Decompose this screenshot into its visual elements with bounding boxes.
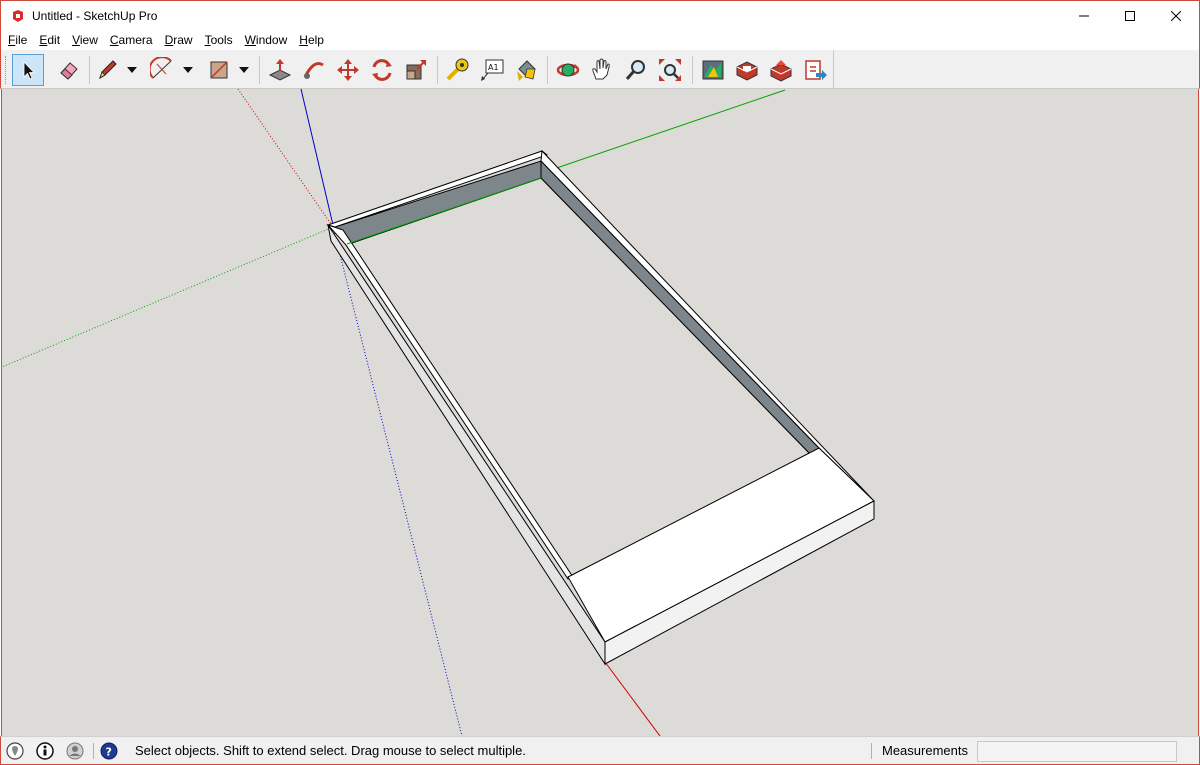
menu-help[interactable]: Help (293, 31, 330, 50)
arc-icon (150, 57, 172, 79)
scale-icon (406, 60, 426, 80)
shape-tool-dropdown[interactable] (237, 54, 251, 86)
move-icon (337, 59, 359, 81)
hand-icon (592, 58, 610, 80)
sketchup-logo-icon (10, 8, 26, 24)
rotate-tool[interactable] (366, 54, 398, 86)
tape-measure-tool[interactable] (442, 54, 474, 86)
minimize-icon (1079, 15, 1089, 17)
line-tool[interactable] (91, 54, 123, 86)
green-axis-hidden (2, 226, 334, 368)
user-icon (66, 742, 84, 760)
select-arrow-icon (23, 61, 35, 80)
scale-tool[interactable] (400, 54, 432, 86)
zoom-extents-icon (659, 59, 681, 81)
maximize-button[interactable] (1107, 1, 1153, 31)
title-bar: Untitled - SketchUp Pro (0, 0, 1200, 31)
warehouse-icon (702, 60, 724, 80)
eraser-tool[interactable] (53, 54, 85, 86)
menu-window[interactable]: Window (239, 31, 294, 50)
menu-view[interactable]: View (66, 31, 104, 50)
zoom-extents-tool[interactable] (654, 54, 686, 86)
orbit-tool[interactable] (552, 54, 584, 86)
red-axis (604, 661, 661, 736)
measurements-input[interactable] (977, 741, 1177, 762)
svg-text:?: ? (106, 746, 112, 759)
magnifier-icon (625, 60, 645, 80)
extension-warehouse-tool[interactable] (731, 54, 763, 86)
large-tool-set-toolbar: A1 (0, 50, 1200, 89)
measurements-label: Measurements (882, 743, 968, 758)
paint-bucket-icon (517, 60, 536, 81)
send-to-layout-icon (805, 60, 827, 80)
window-title: Untitled - SketchUp Pro (32, 9, 158, 23)
text-tool[interactable]: A1 (476, 54, 508, 86)
blue-axis (300, 89, 334, 226)
menu-file[interactable]: File (1, 31, 33, 50)
follow-me-icon (303, 62, 324, 79)
line-tool-dropdown[interactable] (125, 54, 139, 86)
rectangle-icon (210, 61, 228, 79)
share-model-tool[interactable] (765, 54, 797, 86)
toolbar-grip[interactable] (5, 56, 8, 84)
pan-tool[interactable] (586, 54, 618, 86)
push-pull-tool[interactable] (264, 54, 296, 86)
credits-button[interactable] (35, 741, 55, 761)
orbit-icon (556, 63, 580, 77)
status-bar: ? Select objects. Shift to extend select… (0, 736, 1200, 765)
select-tool[interactable] (12, 54, 44, 86)
close-icon (1171, 11, 1181, 21)
minimize-button[interactable] (1061, 1, 1107, 31)
text-icon: A1 (481, 59, 504, 81)
pencil-icon (99, 60, 117, 80)
shape-tool[interactable] (203, 54, 235, 86)
arc-tool[interactable] (147, 54, 179, 86)
rotate-icon (372, 59, 392, 81)
green-axis (541, 89, 786, 174)
dropdown-arrow-icon (127, 67, 137, 73)
model-canvas[interactable] (2, 89, 1199, 736)
follow-me-tool[interactable] (298, 54, 330, 86)
tape-measure-icon (446, 58, 469, 81)
credits-icon (36, 742, 54, 760)
menu-edit[interactable]: Edit (33, 31, 66, 50)
extension-icon (736, 61, 758, 81)
dropdown-arrow-icon (239, 67, 249, 73)
warehouse-tool[interactable] (697, 54, 729, 86)
paint-bucket-tool[interactable] (510, 54, 542, 86)
menu-draw[interactable]: Draw (159, 31, 199, 50)
push-pull-icon (268, 59, 292, 81)
geo-location-button[interactable] (5, 741, 25, 761)
close-button[interactable] (1153, 1, 1199, 31)
share-icon (770, 60, 792, 82)
dropdown-arrow-icon (183, 67, 193, 73)
zoom-tool[interactable] (620, 54, 652, 86)
menu-camera[interactable]: Camera (104, 31, 159, 50)
red-axis-hidden (237, 89, 334, 228)
help-icon: ? (100, 742, 118, 760)
maximize-icon (1125, 11, 1135, 21)
status-message: Select objects. Shift to extend select. … (135, 743, 526, 758)
eraser-icon (60, 62, 78, 80)
menu-tools[interactable]: Tools (199, 31, 239, 50)
tray-model[interactable] (326, 149, 875, 666)
layout-send-tool[interactable] (799, 54, 831, 86)
menu-bar: File Edit View Camera Draw Tools Window … (0, 31, 1200, 50)
modeling-viewport[interactable] (1, 89, 1199, 736)
svg-text:A1: A1 (488, 63, 499, 72)
geo-location-icon (6, 742, 24, 760)
user-button[interactable] (65, 741, 85, 761)
arc-tool-dropdown[interactable] (181, 54, 195, 86)
instructor-help-button[interactable]: ? (99, 741, 119, 761)
move-tool[interactable] (332, 54, 364, 86)
